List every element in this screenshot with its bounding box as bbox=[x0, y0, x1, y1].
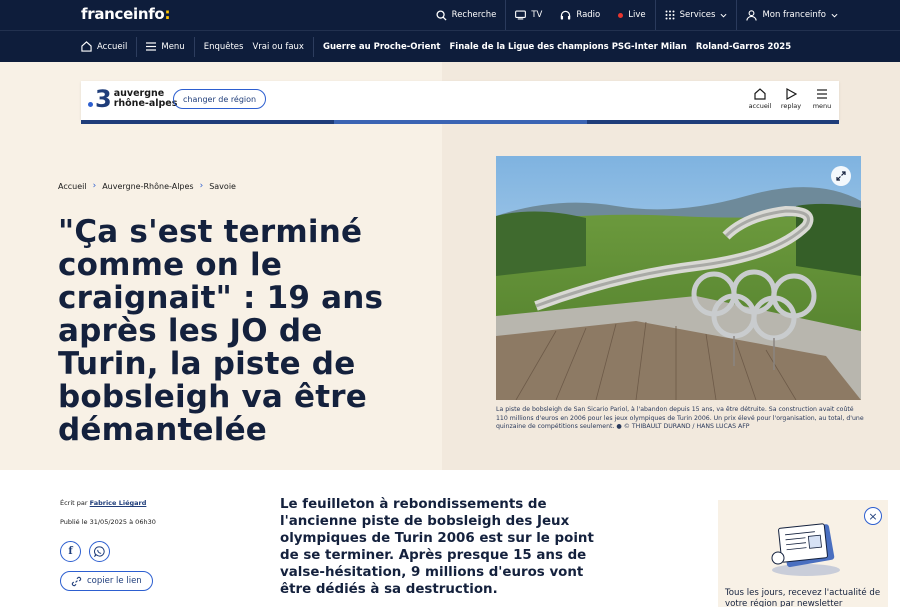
services-dropdown[interactable]: Services bbox=[656, 0, 737, 30]
publish-date: Publié le 31/05/2025 à 06h30 bbox=[60, 518, 156, 526]
region-menu-button[interactable]: menu bbox=[811, 88, 833, 110]
article-hero: 3 auvergne rhône-alpes changer de région… bbox=[0, 62, 900, 470]
link-icon bbox=[71, 576, 82, 586]
home-link[interactable]: Accueil bbox=[72, 31, 136, 63]
author-link[interactable]: Fabrice Liégard bbox=[90, 499, 147, 507]
tv-label: TV bbox=[531, 10, 543, 20]
article-photo[interactable] bbox=[496, 156, 861, 400]
facebook-icon: f bbox=[68, 546, 73, 557]
france3-region-logo[interactable]: 3 auvergne rhône-alpes bbox=[88, 87, 177, 111]
live-label: Live bbox=[628, 10, 646, 20]
top-header: franceinfo: Recherche TV Radio Live Serv… bbox=[0, 0, 900, 30]
close-icon: × bbox=[868, 509, 878, 523]
tv-icon bbox=[515, 10, 527, 20]
search-button[interactable]: Recherche bbox=[427, 0, 506, 30]
franceinfo-logo[interactable]: franceinfo: bbox=[81, 5, 170, 23]
bobsleigh-track-image bbox=[496, 156, 861, 400]
topic-link[interactable]: Roland-Garros 2025 bbox=[696, 31, 800, 63]
live-dot-icon bbox=[618, 12, 624, 18]
author-line: Écrit par Fabrice Liégard bbox=[60, 499, 147, 507]
chevron-down-icon bbox=[831, 13, 838, 18]
grid-icon bbox=[665, 10, 675, 20]
newsletter-promo: × Tous les jours, recevez l'actualité de… bbox=[718, 500, 888, 607]
chevron-right-icon: › bbox=[199, 181, 204, 191]
account-dropdown[interactable]: Mon franceinfo bbox=[737, 0, 900, 30]
breadcrumb-item-accueil[interactable]: Accueil bbox=[58, 182, 87, 191]
region-replay-button[interactable]: replay bbox=[780, 88, 802, 110]
account-label: Mon franceinfo bbox=[762, 10, 826, 20]
user-icon bbox=[746, 9, 758, 21]
chevron-right-icon: › bbox=[92, 181, 97, 191]
region-nav: accueil replay menu bbox=[749, 88, 833, 110]
close-button[interactable]: × bbox=[864, 507, 882, 525]
search-label: Recherche bbox=[451, 10, 497, 20]
whatsapp-share-button[interactable] bbox=[89, 541, 110, 562]
whatsapp-icon bbox=[94, 546, 105, 557]
breadcrumb-item-region[interactable]: Auvergne-Rhône-Alpes bbox=[102, 182, 193, 191]
expand-icon bbox=[836, 171, 846, 181]
home-label: Accueil bbox=[97, 41, 128, 52]
breadcrumb-item-savoie[interactable]: Savoie bbox=[209, 182, 236, 191]
expand-image-button[interactable] bbox=[831, 166, 851, 186]
chevron-down-icon bbox=[720, 13, 727, 18]
nav-link-enquetes[interactable]: Enquêtes bbox=[195, 31, 253, 63]
live-button[interactable]: Live bbox=[609, 0, 654, 30]
nav-link-vrai-ou-faux[interactable]: Vrai ou faux bbox=[252, 31, 313, 63]
change-region-button[interactable]: changer de région bbox=[173, 89, 267, 109]
services-label: Services bbox=[679, 10, 716, 20]
copy-link-label: copier le lien bbox=[87, 576, 142, 586]
topic-link[interactable]: Finale de la Ligue des champions PSG-Int… bbox=[449, 31, 695, 63]
home-icon bbox=[754, 88, 766, 100]
radio-label: Radio bbox=[576, 10, 601, 20]
article-lead: Le feuilleton à rebondissements de l'anc… bbox=[280, 497, 594, 597]
tv-button[interactable]: TV bbox=[506, 0, 551, 30]
photo-caption: La piste de bobsleigh de San Sicario Par… bbox=[496, 406, 864, 430]
region-home-button[interactable]: accueil bbox=[749, 88, 771, 110]
play-icon bbox=[786, 88, 797, 100]
top-navigation: Recherche TV Radio Live Services Mon fra… bbox=[427, 0, 900, 30]
topic-link[interactable]: Guerre au Proche-Orient bbox=[314, 31, 450, 63]
radio-button[interactable]: Radio bbox=[551, 0, 609, 30]
share-buttons: f bbox=[60, 541, 110, 562]
facebook-share-button[interactable]: f bbox=[60, 541, 81, 562]
secondary-navigation: Accueil Menu Enquêtes Vrai ou faux Guerr… bbox=[0, 30, 900, 62]
hamburger-icon bbox=[146, 42, 157, 51]
region-banner: 3 auvergne rhône-alpes changer de région… bbox=[81, 81, 839, 124]
article-headline: "Ça s'est terminé comme on le craignait"… bbox=[58, 214, 384, 448]
newspaper-illustration bbox=[771, 523, 840, 576]
headphones-icon bbox=[561, 10, 571, 20]
menu-label: Menu bbox=[161, 41, 185, 52]
breadcrumb: Accueil › Auvergne-Rhône-Alpes › Savoie bbox=[58, 181, 236, 191]
hamburger-icon bbox=[817, 89, 827, 99]
search-icon bbox=[436, 9, 447, 21]
menu-button[interactable]: Menu bbox=[137, 31, 193, 63]
newsletter-text: Tous les jours, recevez l'actualité de v… bbox=[725, 588, 881, 607]
home-icon bbox=[81, 41, 92, 52]
copy-link-button[interactable]: copier le lien bbox=[60, 571, 153, 591]
